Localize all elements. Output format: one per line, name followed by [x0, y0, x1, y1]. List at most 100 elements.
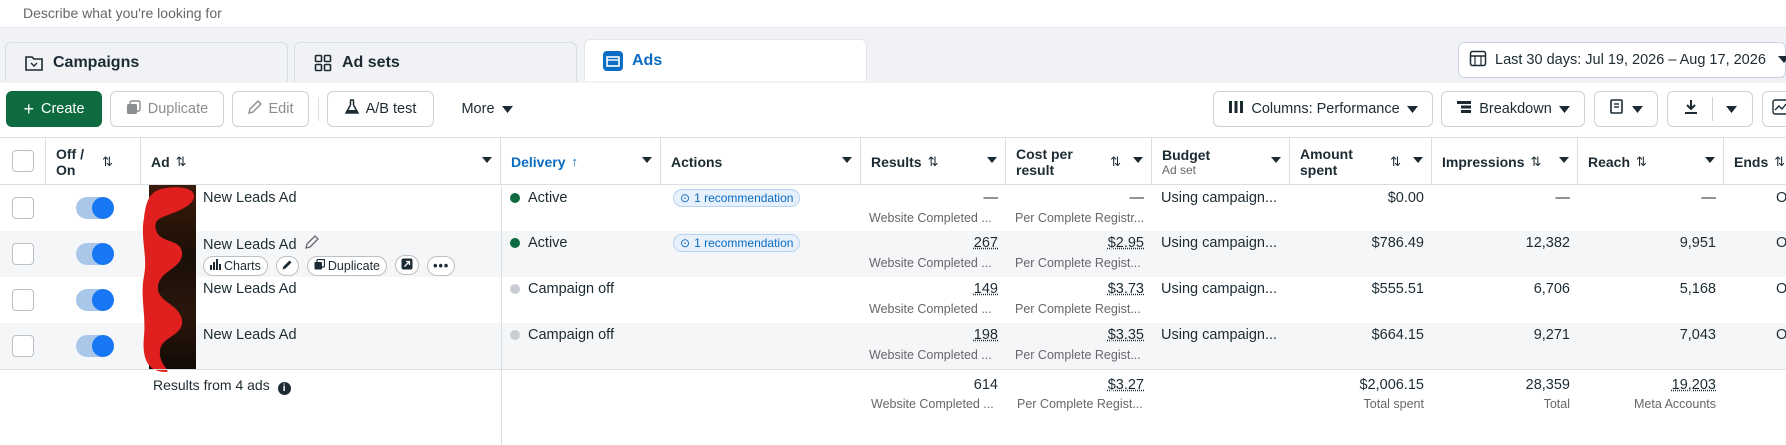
column-impressions[interactable]: Impressions ⇅ — [1432, 138, 1578, 185]
chevron-down-icon[interactable] — [1559, 157, 1569, 163]
column-amount-spent[interactable]: Amount spent ⇅ — [1290, 138, 1432, 185]
chevron-down-icon[interactable] — [1705, 157, 1715, 163]
charts-button[interactable]: Charts — [203, 256, 268, 276]
column-delivery[interactable]: Delivery ↑ — [501, 138, 661, 185]
results-value[interactable]: 149 — [861, 281, 998, 297]
ad-name[interactable]: New Leads Ad — [203, 237, 297, 253]
amount-spent-value: $0.00 — [1290, 190, 1424, 206]
chevron-down-icon[interactable] — [842, 157, 852, 163]
chevron-down-icon[interactable] — [642, 157, 652, 163]
chevron-down-icon — [502, 101, 513, 117]
reach-value: 9,951 — [1578, 235, 1716, 251]
table-row[interactable]: New Leads Ad Charts Duplicate ••• Active… — [0, 231, 1786, 277]
on-off-toggle[interactable] — [76, 335, 112, 357]
cost-value[interactable]: $3.73 — [1006, 281, 1144, 297]
ends-value: O — [1776, 281, 1786, 297]
results-subtext: Website Completed ... — [869, 302, 999, 316]
sort-icon[interactable]: ⇅ — [1110, 154, 1121, 170]
chevron-down-icon[interactable] — [482, 157, 492, 163]
column-label: Impressions — [1442, 154, 1524, 170]
chevron-down-icon[interactable] — [1133, 157, 1143, 163]
pencil-icon[interactable] — [305, 237, 319, 253]
tab-ad-sets[interactable]: Ad sets — [294, 42, 577, 82]
column-off-on[interactable]: Off / On ⇅ — [46, 138, 141, 185]
chevron-down-icon — [1778, 52, 1786, 68]
chevron-down-icon[interactable] — [1271, 157, 1281, 163]
totals-cost[interactable]: $3.27 — [1006, 377, 1144, 393]
row-checkbox[interactable] — [12, 197, 34, 219]
delivery-status: Active — [510, 235, 568, 251]
pencil-icon — [248, 100, 262, 118]
recommendation-badge[interactable]: ⊙ 1 recommendation — [673, 189, 800, 207]
select-all-checkbox[interactable] — [12, 150, 34, 172]
cost-value[interactable]: $2.95 — [1006, 235, 1144, 251]
column-ad[interactable]: Ad ⇅ — [141, 138, 501, 185]
delivery-status: Campaign off — [510, 327, 614, 343]
row-duplicate-button[interactable]: Duplicate — [307, 256, 387, 276]
row-checkbox[interactable] — [12, 243, 34, 265]
column-ends[interactable]: Ends ⇅ — [1724, 138, 1786, 185]
totals-reach[interactable]: 19,203 — [1578, 377, 1716, 393]
info-icon[interactable]: i — [278, 382, 291, 395]
results-value[interactable]: 198 — [861, 327, 998, 343]
sort-icon[interactable]: ⇅ — [102, 154, 113, 170]
column-actions[interactable]: Actions — [661, 138, 861, 185]
status-dot — [510, 193, 520, 203]
chart-view-button[interactable] — [1762, 91, 1786, 127]
columns-button[interactable]: Columns: Performance — [1213, 91, 1433, 127]
ad-name[interactable]: New Leads Ad — [203, 327, 297, 343]
table-row[interactable]: New Leads Ad Campaign off 149 Website Co… — [0, 277, 1786, 323]
duplicate-label: Duplicate — [148, 101, 208, 117]
sort-ascending-icon[interactable]: ↑ — [571, 154, 578, 169]
tab-ads[interactable]: Ads — [584, 39, 867, 81]
on-off-toggle[interactable] — [76, 289, 112, 311]
chevron-down-icon[interactable] — [987, 157, 997, 163]
cost-value[interactable]: $3.35 — [1006, 327, 1144, 343]
ends-value: O — [1776, 235, 1786, 251]
chevron-down-icon[interactable] — [1413, 157, 1423, 163]
export-button[interactable] — [1667, 91, 1753, 127]
preview-button[interactable] — [395, 255, 419, 275]
date-range-picker[interactable]: Last 30 days: Jul 19, 2026 – Aug 17, 202… — [1458, 42, 1786, 78]
breakdown-button[interactable]: Breakdown — [1441, 91, 1585, 127]
edit-button[interactable]: Edit — [232, 91, 309, 127]
column-divider — [501, 186, 502, 445]
cost-value: — — [1006, 190, 1144, 206]
more-options-button[interactable]: ••• — [427, 256, 455, 276]
row-checkbox[interactable] — [12, 335, 34, 357]
ad-name[interactable]: New Leads Ad — [203, 281, 297, 297]
reports-button[interactable] — [1594, 91, 1658, 127]
create-button[interactable]: + Create — [6, 91, 102, 127]
ends-value: O — [1776, 190, 1786, 206]
column-cost-per-result[interactable]: Cost per result ⇅ — [1006, 138, 1152, 185]
on-off-toggle[interactable] — [76, 243, 112, 265]
edit-label: Edit — [269, 101, 294, 117]
sort-icon[interactable]: ⇅ — [1774, 154, 1785, 170]
ad-name[interactable]: New Leads Ad — [203, 190, 297, 206]
column-results[interactable]: Results ⇅ — [861, 138, 1006, 185]
sort-icon[interactable]: ⇅ — [1530, 154, 1541, 170]
recommendation-badge[interactable]: ⊙ 1 recommendation — [673, 234, 800, 252]
search-input[interactable] — [0, 0, 600, 26]
column-budget[interactable]: Budget Ad set — [1152, 138, 1290, 185]
breakdown-label: Breakdown — [1479, 101, 1552, 117]
reach-value: 5,168 — [1578, 281, 1716, 297]
edit-icon-button[interactable] — [276, 256, 299, 276]
tab-campaigns[interactable]: Campaigns — [5, 42, 288, 82]
sort-icon[interactable]: ⇅ — [928, 154, 939, 170]
duplicate-button[interactable]: Duplicate — [110, 91, 224, 127]
column-reach[interactable]: Reach ⇅ — [1578, 138, 1724, 185]
sort-icon[interactable]: ⇅ — [1390, 154, 1401, 170]
row-checkbox[interactable] — [12, 289, 34, 311]
ab-test-button[interactable]: A/B test — [327, 91, 434, 127]
sort-icon[interactable]: ⇅ — [176, 154, 187, 170]
table-row[interactable]: New Leads Ad Campaign off 198 Website Co… — [0, 323, 1786, 369]
results-value[interactable]: 267 — [861, 235, 998, 251]
sort-icon[interactable]: ⇅ — [1636, 154, 1647, 170]
table-row[interactable]: New Leads Ad Active ⊙ 1 recommendation — … — [0, 185, 1786, 231]
on-off-toggle[interactable] — [76, 197, 112, 219]
select-all-cell — [0, 138, 46, 185]
chevron-down-icon — [1632, 101, 1643, 117]
ab-test-label: A/B test — [366, 101, 417, 117]
more-button[interactable]: More — [444, 91, 530, 127]
